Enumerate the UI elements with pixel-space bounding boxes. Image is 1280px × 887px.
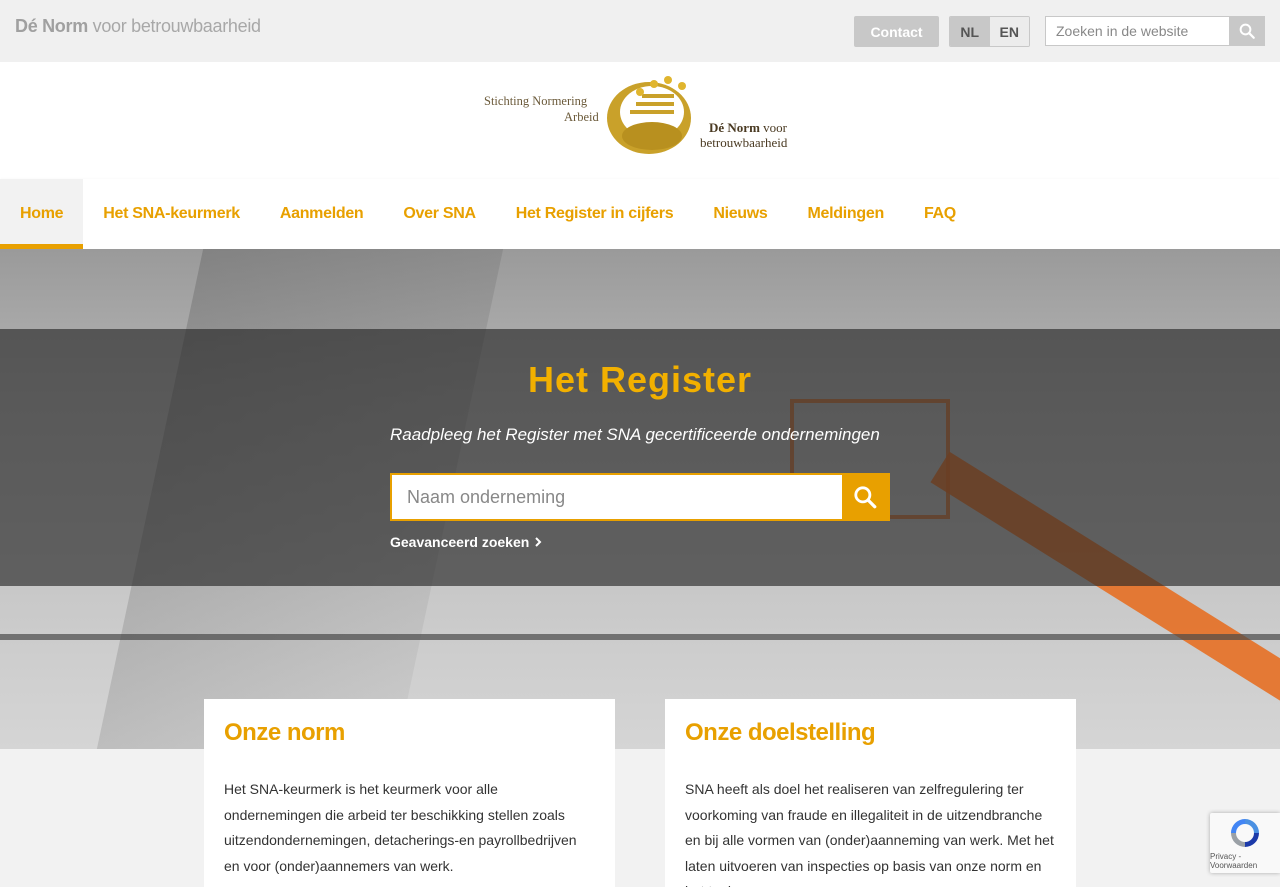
site-search-input[interactable] (1045, 16, 1229, 46)
card-title: Onze norm (224, 719, 345, 746)
site-search-button[interactable] (1229, 16, 1265, 46)
nav-item-faq[interactable]: FAQ (904, 179, 976, 249)
header: Stichting Normering Arbeid Dé Norm voor … (0, 62, 1280, 179)
advanced-search-link[interactable]: Geavanceerd zoeken (390, 534, 542, 550)
site-tagline[interactable]: Dé Norm voor betrouwbaarheid (15, 16, 261, 37)
top-bar: Dé Norm voor betrouwbaarheid Contact NL … (0, 0, 1280, 62)
logo-line-3-bold: Dé Norm (709, 120, 760, 135)
card-title: Onze doelstelling (685, 719, 876, 746)
hero-rail (0, 634, 1280, 640)
site-search (1045, 16, 1265, 46)
card-onze-norm: Onze norm Het SNA-keurmerk is het keurme… (204, 699, 615, 887)
recaptcha-icon (1231, 819, 1259, 847)
logo-emblem-icon (607, 76, 691, 154)
tagline-bold: Dé Norm (15, 16, 88, 36)
register-search-button[interactable] (842, 475, 888, 519)
nav-item-home[interactable]: Home (0, 179, 84, 249)
tagline-rest: voor betrouwbaarheid (87, 16, 261, 36)
register-search (390, 473, 890, 521)
nav-item-aanmelden[interactable]: Aanmelden (260, 179, 384, 249)
contact-button[interactable]: Contact (854, 16, 939, 47)
logo-line-3-rest: voor (759, 120, 787, 135)
nav-item-over-sna[interactable]: Over SNA (383, 179, 495, 249)
logo-line-1: Stichting Normering (484, 94, 588, 108)
language-nl[interactable]: NL (950, 17, 990, 46)
card-text: Het SNA-keurmerk is het keurmerk voor al… (224, 781, 577, 874)
card-text: SNA heeft als doel het realiseren van ze… (685, 781, 1054, 887)
search-icon (854, 486, 877, 509)
nav-item-sna-keurmerk[interactable]: Het SNA-keurmerk (83, 179, 260, 249)
nav-item-meldingen[interactable]: Meldingen (788, 179, 904, 249)
logo-line-3: Dé Norm voor (709, 120, 787, 136)
nav-item-register-in-cijfers[interactable]: Het Register in cijfers (496, 179, 694, 249)
hero-section: Het Register Raadpleeg het Register met … (0, 249, 1280, 749)
recaptcha-badge[interactable]: Privacy - Voorwaarden (1210, 813, 1280, 873)
hero-title: Het Register (527, 359, 753, 400)
advanced-search-label: Geavanceerd zoeken (390, 534, 530, 550)
sna-logo[interactable]: Stichting Normering Arbeid Dé Norm voor … (480, 74, 800, 160)
card-onze-doelstelling: Onze doelstelling SNA heeft als doel het… (665, 699, 1076, 887)
language-en[interactable]: EN (989, 17, 1029, 46)
recaptcha-label: Privacy - Voorwaarden (1210, 852, 1258, 870)
search-icon (1239, 23, 1255, 39)
main-nav: Home Het SNA-keurmerk Aanmelden Over SNA… (0, 179, 1280, 249)
nav-item-nieuws[interactable]: Nieuws (693, 179, 787, 249)
language-switcher: NL EN (949, 16, 1030, 47)
register-search-input[interactable] (392, 475, 842, 519)
logo-line-4: betrouwbaarheid (700, 135, 788, 150)
logo-line-2: Arbeid (564, 110, 599, 124)
chevron-right-icon (535, 537, 542, 547)
hero-subtitle: Raadpleeg het Register met SNA gecertifi… (390, 425, 880, 444)
